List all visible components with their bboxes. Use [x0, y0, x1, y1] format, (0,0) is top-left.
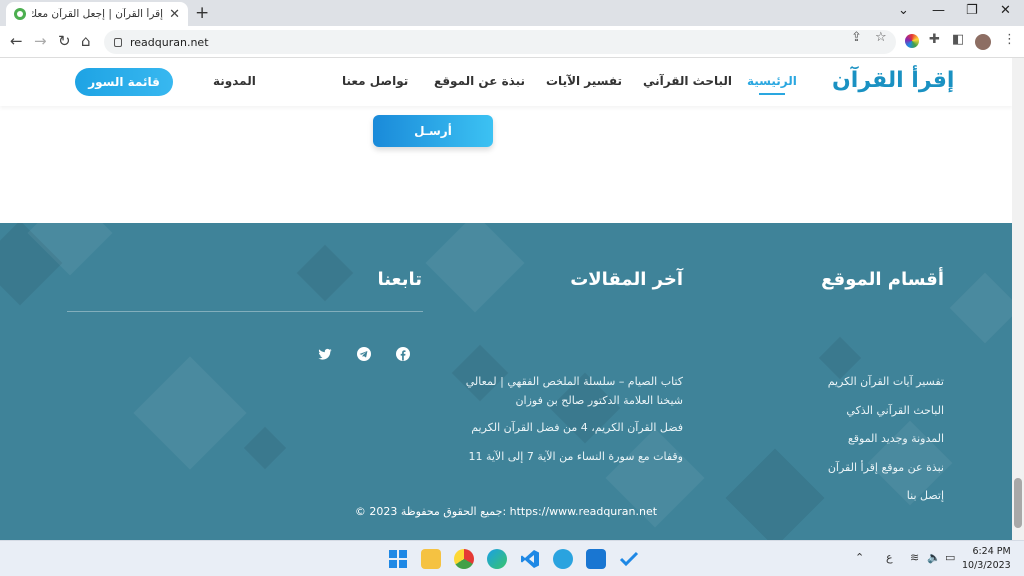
bg-diamond	[451, 344, 509, 402]
restore-icon[interactable]: ❐	[966, 3, 978, 18]
close-tab-icon[interactable]: ✕	[169, 7, 180, 22]
nav-blog[interactable]: المدونة	[213, 74, 256, 88]
telegram-icon[interactable]	[357, 347, 371, 361]
footer-link[interactable]: إتصل بنا	[907, 489, 944, 502]
article-link[interactable]: كتاب الصيام – سلسلة الملخص الفقهي | لمعا…	[466, 375, 683, 388]
chrome-icon[interactable]	[454, 549, 474, 569]
nav-tafsir[interactable]: تفسير الآيات	[546, 74, 622, 88]
bg-diamond	[133, 356, 247, 470]
site-header: إقرأ القرآن الرئيسية الباحث القرآني تفسي…	[0, 58, 1012, 106]
color-extension-icon[interactable]	[905, 34, 919, 48]
clock-time: 6:24 PM	[972, 546, 1011, 557]
footer-link[interactable]: الباحث القرآني الذكي	[846, 404, 944, 417]
web-page: إقرأ القرآن الرئيسية الباحث القرآني تفسي…	[0, 58, 1012, 540]
profile-avatar[interactable]	[975, 34, 991, 50]
copyright-text: © 2023 جميع الحقوق محفوظة: https://www.r…	[354, 505, 658, 518]
address-bar[interactable]: readquran.net	[104, 30, 896, 54]
browser-tab-strip: إقرأ القرآن | إجعل القرآن معك في ✕ + ⌄ —…	[0, 0, 1024, 26]
site-logo[interactable]: إقرأ القرآن	[832, 68, 954, 93]
vscode-icon[interactable]	[520, 549, 540, 569]
url-text: readquran.net	[130, 35, 209, 49]
nav-about[interactable]: نبذة عن الموقع	[434, 74, 525, 88]
sections-title: أقسام الموقع	[821, 269, 944, 290]
article-link[interactable]: شيخنا العلامة الدكتور صالح بن فوزان	[515, 394, 683, 407]
nav-home[interactable]: الرئيسية	[747, 74, 797, 95]
article-link[interactable]: وقفات مع سورة النساء من الآية 7 إلى الآي…	[468, 450, 683, 463]
home-icon[interactable]: ⌂	[81, 32, 91, 50]
site-footer: أقسام الموقع تفسير آيات القرآن الكريم ال…	[0, 223, 1012, 540]
start-icon[interactable]	[388, 549, 408, 569]
browser-tab[interactable]: إقرأ القرآن | إجعل القرآن معك في ✕	[6, 2, 188, 26]
bookmark-star-icon[interactable]: ☆	[875, 30, 887, 45]
page-scrollbar[interactable]	[1012, 58, 1024, 540]
bg-diamond	[949, 272, 1012, 344]
new-tab-icon[interactable]: +	[195, 3, 209, 23]
site-favicon-icon	[14, 8, 26, 20]
back-icon[interactable]: ←	[10, 32, 23, 50]
browser-toolbar: ← → ↻ ⌂ readquran.net ⇪ ☆ ✚ ◧ ⋮	[0, 26, 1024, 58]
edge-icon[interactable]	[487, 549, 507, 569]
articles-title: آخر المقالات	[570, 269, 683, 290]
input-language[interactable]: ع	[886, 551, 893, 564]
telegram-app-icon[interactable]	[553, 549, 573, 569]
facebook-icon[interactable]	[396, 347, 410, 361]
chrome-menu-icon[interactable]: ⋮	[1003, 32, 1016, 47]
extensions-puzzle-icon[interactable]: ✚	[929, 32, 940, 47]
tab-search-icon[interactable]: ⌄	[898, 3, 909, 18]
bg-diamond	[296, 244, 354, 302]
article-link[interactable]: فضل القرآن الكريم، 4 من فضل القرآن الكري…	[471, 421, 683, 434]
battery-icon[interactable]: ▭	[945, 551, 955, 564]
wifi-icon[interactable]: ≋	[910, 551, 919, 564]
volume-icon[interactable]: 🔈	[927, 551, 941, 564]
footer-link[interactable]: تفسير آيات القرآن الكريم	[828, 375, 944, 388]
side-panel-icon[interactable]: ◧	[952, 32, 964, 47]
nav-quran-search[interactable]: الباحث القرآني	[643, 74, 732, 88]
footer-link[interactable]: المدونة وجديد الموقع	[848, 432, 944, 445]
forward-icon[interactable]: →	[34, 32, 47, 50]
bg-diamond	[725, 448, 825, 540]
windows-taskbar: ⌃ ع ≋ 🔈 ▭ 6:24 PM 10/3/2023	[0, 540, 1024, 576]
bg-diamond	[243, 426, 287, 470]
footer-link[interactable]: نبذة عن موقع إقرأ القرآن	[828, 461, 944, 474]
tray-overflow-icon[interactable]: ⌃	[855, 551, 864, 564]
follow-divider	[67, 311, 423, 312]
minimize-icon[interactable]: —	[932, 3, 945, 18]
tab-title: إقرأ القرآن | إجعل القرآن معك في	[32, 8, 164, 20]
store-icon[interactable]	[586, 549, 606, 569]
lock-icon[interactable]	[114, 37, 122, 47]
nav-contact[interactable]: تواصل معنا	[342, 74, 408, 88]
clock-date: 10/3/2023	[962, 560, 1011, 571]
twitter-icon[interactable]	[318, 347, 332, 361]
close-window-icon[interactable]: ✕	[1000, 3, 1011, 18]
bg-diamond	[425, 223, 525, 313]
send-button[interactable]: أرسـل	[373, 115, 493, 147]
share-icon[interactable]: ⇪	[851, 30, 862, 45]
scrollbar-thumb[interactable]	[1014, 478, 1022, 528]
taskbar-clock[interactable]: 6:24 PM 10/3/2023	[962, 545, 1011, 573]
reload-icon[interactable]: ↻	[58, 32, 71, 50]
file-explorer-icon[interactable]	[421, 549, 441, 569]
surah-list-button[interactable]: قائمة السور	[75, 68, 173, 96]
bg-diamond	[818, 336, 862, 380]
todo-icon[interactable]	[619, 549, 639, 569]
follow-title: تابعنا	[377, 269, 422, 290]
